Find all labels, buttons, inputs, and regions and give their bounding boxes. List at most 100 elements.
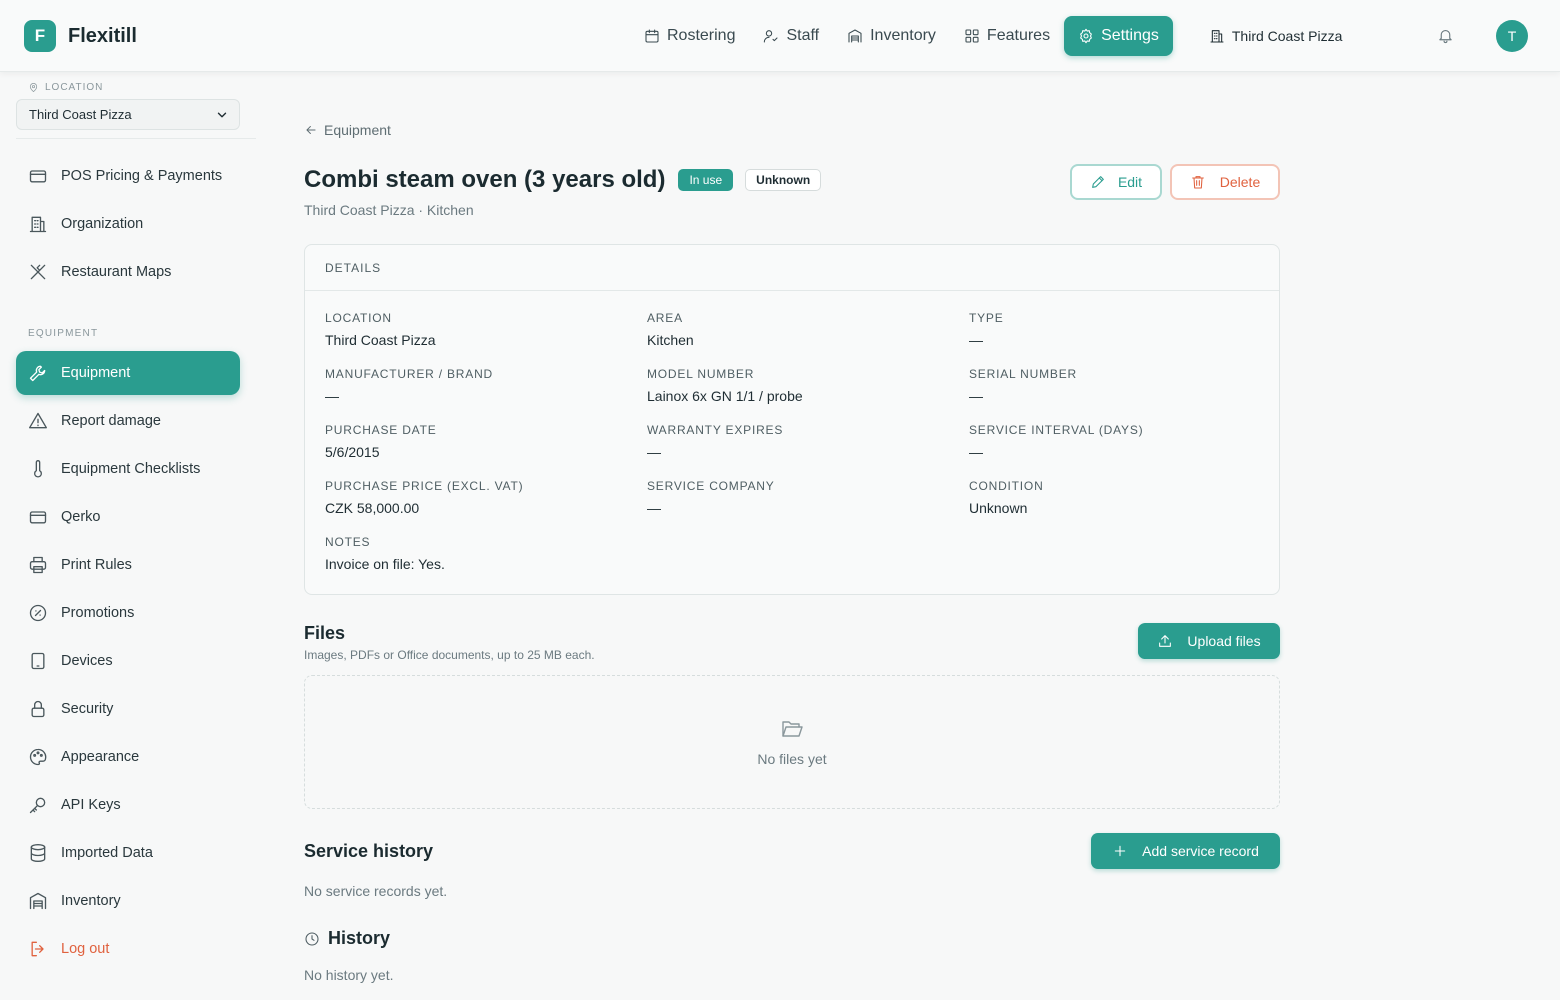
field-label: SERIAL NUMBER xyxy=(969,367,1077,381)
main-nav: Rostering Staff Inventory Features Setti… xyxy=(630,16,1356,56)
field-purchase-date: PURCHASE DATE 5/6/2015 xyxy=(325,423,437,460)
service-empty-text: No service records yet. xyxy=(304,883,448,899)
sidebar-item-security[interactable]: Security xyxy=(16,687,240,731)
field-service-company: SERVICE COMPANY — xyxy=(647,479,775,516)
sidebar-item-label: Devices xyxy=(61,653,113,669)
sidebar-item-promotions[interactable]: Promotions xyxy=(16,591,240,635)
nav-settings-label: Settings xyxy=(1101,27,1159,44)
sidebar-item-restaurant-maps[interactable]: Restaurant Maps xyxy=(16,250,240,294)
sidebar-item-organization[interactable]: Organization xyxy=(16,202,240,246)
brand-logo: F xyxy=(24,20,56,52)
field-warranty-expires: WARRANTY EXPIRES — xyxy=(647,423,783,460)
sidebar-item-print-rules[interactable]: Print Rules xyxy=(16,543,240,587)
field-label: PURCHASE PRICE (EXCL. VAT) xyxy=(325,479,524,493)
sidebar-item-label: Promotions xyxy=(61,605,135,621)
sidebar: LOCATION Third Coast Pizza POS Pricing &… xyxy=(0,72,256,1000)
nav-rostering-label: Rostering xyxy=(667,27,736,44)
notifications-button[interactable] xyxy=(1437,27,1454,44)
sidebar-item-label: Equipment xyxy=(61,365,131,381)
sidebar-item-label: Restaurant Maps xyxy=(61,264,172,280)
field-label: SERVICE COMPANY xyxy=(647,479,775,493)
field-value: Invoice on file: Yes. xyxy=(325,556,445,572)
database-icon xyxy=(30,844,46,862)
tablet-icon xyxy=(31,652,45,670)
sidebar-item-label: Imported Data xyxy=(61,845,153,861)
field-service-interval: SERVICE INTERVAL (DAYS) — xyxy=(969,423,1143,460)
nav-features[interactable]: Features xyxy=(950,16,1064,56)
sidebar-item-report-damage[interactable]: Report damage xyxy=(16,399,240,443)
sidebar-item-logout[interactable]: Log out xyxy=(16,927,240,971)
sidebar-item-inventory[interactable]: Inventory xyxy=(16,879,240,923)
field-value: — xyxy=(647,444,661,460)
history-heading: History xyxy=(304,928,390,949)
add-service-record-button[interactable]: Add service record xyxy=(1091,833,1280,869)
nav-inventory[interactable]: Inventory xyxy=(833,16,950,56)
sidebar-item-api-keys[interactable]: API Keys xyxy=(16,783,240,827)
edit-button[interactable]: Edit xyxy=(1070,164,1162,200)
edit-button-label: Edit xyxy=(1117,174,1143,190)
history-empty-text: No history yet. xyxy=(304,967,394,983)
location-label-text: LOCATION xyxy=(45,82,104,93)
field-label: MODEL NUMBER xyxy=(647,367,755,381)
nav-location[interactable]: Third Coast Pizza xyxy=(1195,16,1356,56)
sidebar-item-appearance[interactable]: Appearance xyxy=(16,735,240,779)
sidebar-item-pos-pricing[interactable]: POS Pricing & Payments xyxy=(16,154,240,198)
gear-icon xyxy=(1080,28,1092,44)
sidebar-item-devices[interactable]: Devices xyxy=(16,639,240,683)
field-label: WARRANTY EXPIRES xyxy=(647,423,784,437)
sidebar-item-qerko[interactable]: Qerko xyxy=(16,495,240,539)
field-label: MANUFACTURER / BRAND xyxy=(325,367,494,381)
wrench-icon xyxy=(29,365,46,382)
field-value: Lainox 6x GN 1/1 / probe xyxy=(647,388,803,404)
building-icon xyxy=(1210,30,1224,43)
key-icon xyxy=(29,797,46,814)
sidebar-item-label: Organization xyxy=(61,216,144,232)
field-value: CZK 58,000.00 xyxy=(325,500,420,516)
delete-button[interactable]: Delete xyxy=(1170,164,1280,200)
sidebar-item-label: Appearance xyxy=(61,749,140,765)
sidebar-item-label: Print Rules xyxy=(61,557,132,573)
nav-settings[interactable]: Settings xyxy=(1064,16,1173,56)
nav-staff[interactable]: Staff xyxy=(749,16,833,56)
field-label: CONDITION xyxy=(969,479,1044,493)
printer-icon xyxy=(29,556,47,574)
nav-inventory-label: Inventory xyxy=(870,27,936,44)
staff-icon xyxy=(764,30,779,43)
field-condition: CONDITION Unknown xyxy=(969,479,1044,516)
upload-files-button[interactable]: Upload files xyxy=(1138,623,1280,659)
history-title: History xyxy=(328,928,391,948)
brand[interactable]: F Flexitill xyxy=(24,20,137,52)
sidebar-divider xyxy=(16,138,256,139)
top-header: F Flexitill Rostering Staff Inventory Fe… xyxy=(0,0,1560,72)
nav-location-label: Third Coast Pizza xyxy=(1231,28,1343,44)
field-manufacturer: MANUFACTURER / BRAND — xyxy=(325,367,493,404)
plus-icon xyxy=(1114,845,1126,857)
sidebar-item-equipment-checklists[interactable]: Equipment Checklists xyxy=(16,447,240,491)
sidebar-item-imported-data[interactable]: Imported Data xyxy=(16,831,240,875)
back-link[interactable]: Equipment xyxy=(304,122,391,138)
field-value: Third Coast Pizza xyxy=(325,332,436,348)
sidebar-item-label: Qerko xyxy=(61,509,101,525)
arrow-left-icon xyxy=(306,126,316,134)
lock-icon xyxy=(31,700,45,718)
field-value: Unknown xyxy=(969,500,1028,516)
field-label: SERVICE INTERVAL (DAYS) xyxy=(969,423,1144,437)
grid-icon xyxy=(965,29,979,43)
sidebar-item-label: Inventory xyxy=(61,893,121,909)
warehouse-icon xyxy=(848,29,862,43)
logout-icon xyxy=(31,941,44,957)
map-pin-icon xyxy=(29,83,38,92)
location-select[interactable]: Third Coast Pizza xyxy=(16,99,240,130)
sidebar-item-equipment[interactable]: Equipment xyxy=(16,351,240,395)
folder-open-icon xyxy=(782,721,803,737)
chevron-down-icon xyxy=(217,112,227,117)
field-label: NOTES xyxy=(325,535,371,549)
field-value: — xyxy=(969,388,983,404)
files-dropzone[interactable]: No files yet xyxy=(304,675,1280,809)
nav-rostering[interactable]: Rostering xyxy=(630,16,749,56)
field-label: LOCATION xyxy=(325,311,392,325)
field-value: — xyxy=(325,388,339,404)
field-serial-number: SERIAL NUMBER — xyxy=(969,367,1077,404)
files-title: Files xyxy=(304,623,346,643)
avatar[interactable]: T xyxy=(1496,20,1528,52)
